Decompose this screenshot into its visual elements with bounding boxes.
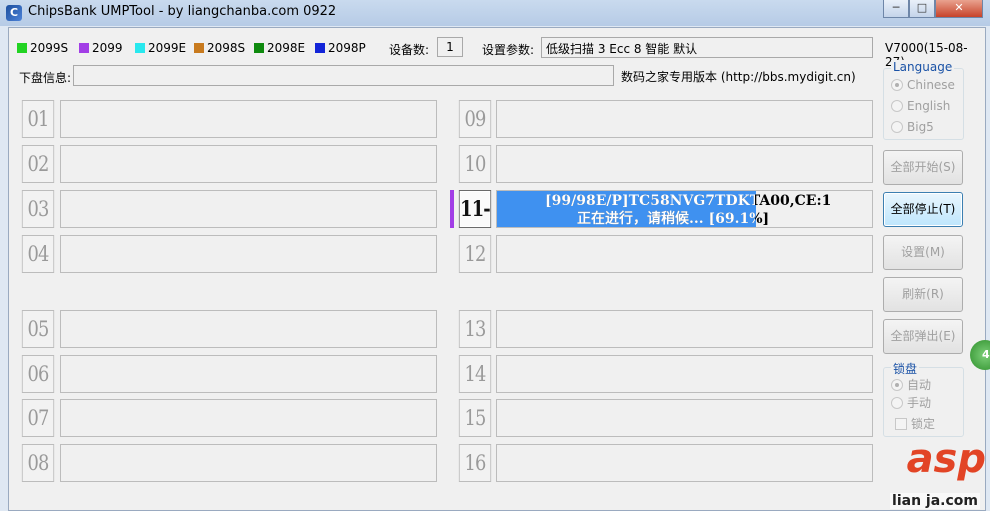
radio-button[interactable] bbox=[891, 378, 903, 391]
port-number-09[interactable]: 09 bbox=[458, 100, 492, 138]
lock-manual-option[interactable]: 手动 bbox=[891, 394, 931, 411]
port-status-15 bbox=[496, 399, 873, 437]
settings-param-label: 设置参数: bbox=[482, 43, 535, 57]
legend-item: 2098S bbox=[194, 41, 245, 55]
port-status-04 bbox=[60, 235, 437, 273]
minimize-button[interactable]: ─ bbox=[883, 0, 909, 18]
legend-swatch bbox=[17, 43, 27, 53]
port-status-10 bbox=[496, 145, 873, 183]
legend-item: 2099E bbox=[135, 41, 186, 55]
port-status-14 bbox=[496, 355, 873, 393]
port-status-09 bbox=[496, 100, 873, 138]
maximize-button[interactable]: □ bbox=[909, 0, 935, 18]
device-count-label: 设备数: bbox=[389, 43, 430, 57]
port-number-07[interactable]: 07 bbox=[21, 399, 55, 437]
radio-label: Chinese bbox=[907, 78, 955, 92]
stop-all-button[interactable]: 全部停止(T) bbox=[883, 192, 963, 227]
radio-label: 自动 bbox=[907, 378, 932, 392]
legend-swatch bbox=[315, 43, 325, 53]
title-bar: C ChipsBank UMPTool - by liangchanba.com… bbox=[0, 0, 990, 26]
legend-label: 2098E bbox=[267, 41, 306, 55]
lock-checkbox-label: 锁定 bbox=[911, 417, 936, 431]
site-watermark: asp lian ja.com bbox=[816, 436, 986, 511]
port-status-05 bbox=[60, 310, 437, 348]
radio-label: Big5 bbox=[907, 120, 934, 134]
port-status-13 bbox=[496, 310, 873, 348]
language-group-title: Language bbox=[891, 60, 955, 74]
window-title: ChipsBank UMPTool - by liangchanba.com 0… bbox=[28, 4, 337, 19]
chip-type-marker bbox=[450, 190, 454, 228]
chipsbank-logo-icon: C bbox=[6, 5, 22, 21]
port-status-03 bbox=[60, 190, 437, 228]
port-number-15[interactable]: 15 bbox=[458, 399, 492, 437]
language-option-big5[interactable]: Big5 bbox=[891, 120, 934, 134]
legend-swatch bbox=[135, 43, 145, 53]
port-status-08 bbox=[60, 444, 437, 482]
port-number-02[interactable]: 02 bbox=[21, 145, 55, 183]
radio-label: 手动 bbox=[907, 396, 932, 410]
port-status-12 bbox=[496, 235, 873, 273]
legend-label: 2098S bbox=[207, 41, 246, 55]
port-status-07 bbox=[60, 399, 437, 437]
lock-group-title: 锁盘 bbox=[891, 360, 920, 377]
legend-swatch bbox=[194, 43, 204, 53]
watermark-url: lian ja.com bbox=[890, 493, 980, 509]
language-option-english[interactable]: English bbox=[891, 99, 950, 113]
port-number-04[interactable]: 04 bbox=[21, 235, 55, 273]
port-number-03[interactable]: 03 bbox=[21, 190, 55, 228]
port-status-02 bbox=[60, 145, 437, 183]
radio-button[interactable] bbox=[891, 79, 903, 91]
eject-all-button[interactable]: 全部弹出(E) bbox=[883, 319, 963, 354]
legend-label: 2098P bbox=[328, 41, 366, 55]
legend-item: 2098P bbox=[315, 41, 366, 55]
lock-auto-option[interactable]: 自动 bbox=[891, 376, 931, 393]
disk-info-label: 下盘信息: bbox=[19, 71, 72, 85]
legend-label: 2099S bbox=[30, 41, 69, 55]
port-status-06 bbox=[60, 355, 437, 393]
port-number-10[interactable]: 10 bbox=[458, 145, 492, 183]
legend-item: 2099S bbox=[17, 41, 68, 55]
radio-button[interactable] bbox=[891, 100, 903, 112]
port-number-13[interactable]: 13 bbox=[458, 310, 492, 348]
watermark-logo: asp bbox=[906, 436, 986, 482]
port-status-01 bbox=[60, 100, 437, 138]
port-number-12[interactable]: 12 bbox=[458, 235, 492, 273]
legend-label: 2099E bbox=[148, 41, 187, 55]
legend-swatch bbox=[254, 43, 264, 53]
start-all-button[interactable]: 全部开始(S) bbox=[883, 150, 963, 185]
settings-button[interactable]: 设置(M) bbox=[883, 235, 963, 270]
radio-label: English bbox=[907, 99, 951, 113]
port-number-14[interactable]: 14 bbox=[458, 355, 492, 393]
port-status-11-I: [99/98E/P]TC58NVG7TDKTA00,CE:1 正在进行，请稍候..… bbox=[496, 190, 873, 228]
port-number-16[interactable]: 16 bbox=[458, 444, 492, 482]
settings-param-field: 低级扫描 3 Ecc 8 智能 默认 bbox=[541, 37, 873, 58]
language-option-chinese[interactable]: Chinese bbox=[891, 78, 955, 92]
legend-label: 2099 bbox=[92, 41, 123, 55]
legend-item: 2098E bbox=[254, 41, 305, 55]
disk-info-field bbox=[73, 65, 614, 86]
port-number-11-I[interactable]: 11-I bbox=[458, 190, 492, 257]
port-number-08[interactable]: 08 bbox=[21, 444, 55, 482]
legend-item: 2099 bbox=[79, 41, 123, 55]
checkbox-box[interactable] bbox=[895, 417, 907, 430]
edition-text: 数码之家专用版本 (http://bbs.mydigit.cn) bbox=[621, 70, 856, 84]
lock-checkbox[interactable]: 锁定 bbox=[895, 415, 935, 432]
radio-button[interactable] bbox=[891, 121, 903, 133]
port-number-06[interactable]: 06 bbox=[21, 355, 55, 393]
legend-swatch bbox=[79, 43, 89, 53]
close-button[interactable]: ✕ bbox=[935, 0, 983, 18]
refresh-button[interactable]: 刷新(R) bbox=[883, 277, 963, 312]
port-number-01[interactable]: 01 bbox=[21, 100, 55, 138]
radio-button[interactable] bbox=[891, 396, 903, 409]
port-number-05[interactable]: 05 bbox=[21, 310, 55, 348]
device-count-field: 1 bbox=[437, 37, 463, 57]
